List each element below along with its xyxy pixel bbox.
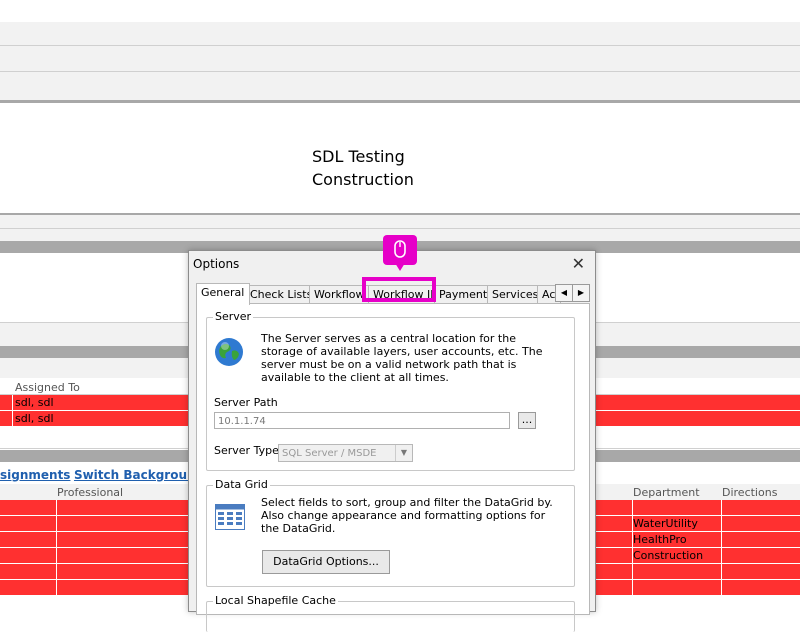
server-path-label: Server Path: [214, 396, 278, 409]
close-icon[interactable]: ✕: [572, 254, 585, 273]
tab-scroll-right-icon[interactable]: ▶: [572, 284, 590, 302]
mouse-icon: [383, 235, 417, 271]
department-cell: WaterUtility: [633, 517, 698, 530]
click-highlight: [362, 277, 436, 302]
switch-background-link[interactable]: Switch Background: [74, 468, 204, 482]
page-title-line2: Construction: [312, 170, 414, 189]
tab-check-lists[interactable]: Check Lists: [245, 285, 314, 304]
top-band: [0, 0, 800, 22]
tab-panel-general: Server The Server serves as a central lo…: [196, 303, 590, 632]
assignments-link[interactable]: signments: [0, 468, 70, 482]
department-header: Department: [633, 486, 700, 499]
datagrid-icon: [215, 504, 245, 530]
globe-icon: [214, 337, 244, 367]
tab-payment[interactable]: Payment: [434, 285, 492, 304]
assigned-cell: sdl, sdl: [15, 412, 54, 425]
divider-bar: [0, 100, 800, 103]
link-bar: signments Switch Background: [0, 468, 204, 482]
tab-services[interactable]: Services: [487, 285, 542, 304]
header-band: [0, 22, 800, 100]
datagrid-description: Select fields to sort, group and filter …: [261, 496, 553, 535]
local-shapefile-cache-group: Local Shapefile Cache: [206, 594, 575, 632]
cell-divider: [12, 395, 13, 427]
divider: [0, 71, 800, 72]
page-title: SDL Testing Construction: [312, 145, 414, 191]
dialog-title: Options: [193, 257, 240, 271]
tab-workflow[interactable]: Workflow: [309, 285, 369, 304]
chevron-down-icon: ▼: [395, 445, 412, 461]
server-type-label: Server Type: [214, 444, 279, 457]
page-title-line1: SDL Testing: [312, 147, 405, 166]
browse-button[interactable]: ...: [518, 412, 536, 429]
server-path-input[interactable]: 10.1.1.74: [214, 412, 510, 429]
server-group-title: Server: [213, 310, 254, 323]
assigned-cell: sdl, sdl: [15, 396, 54, 409]
options-dialog: Options ✕ General Check Lists Workflow W…: [188, 250, 596, 632]
tab-general[interactable]: General: [196, 283, 250, 305]
professional-header: Professional: [57, 486, 124, 499]
divider: [0, 228, 800, 229]
local-shapefile-cache-title: Local Shapefile Cache: [213, 594, 338, 607]
server-type-value: SQL Server / MSDE: [282, 448, 377, 459]
datagrid-group-title: Data Grid: [213, 478, 270, 491]
divider: [0, 45, 800, 46]
department-cell: Construction: [633, 549, 704, 562]
department-cell: HealthPro: [633, 533, 687, 546]
directions-header: Directions: [722, 486, 778, 499]
assigned-to-header: Assigned To: [15, 381, 80, 394]
server-type-select[interactable]: SQL Server / MSDE ▼: [278, 444, 413, 462]
server-description: The Server serves as a central location …: [261, 332, 543, 384]
datagrid-group: Data Grid Select fields to sort, group a…: [206, 478, 575, 587]
server-group: Server The Server serves as a central lo…: [206, 310, 575, 471]
datagrid-options-button[interactable]: DataGrid Options...: [262, 550, 390, 574]
tab-scroll-left-icon[interactable]: ◀: [555, 284, 573, 302]
